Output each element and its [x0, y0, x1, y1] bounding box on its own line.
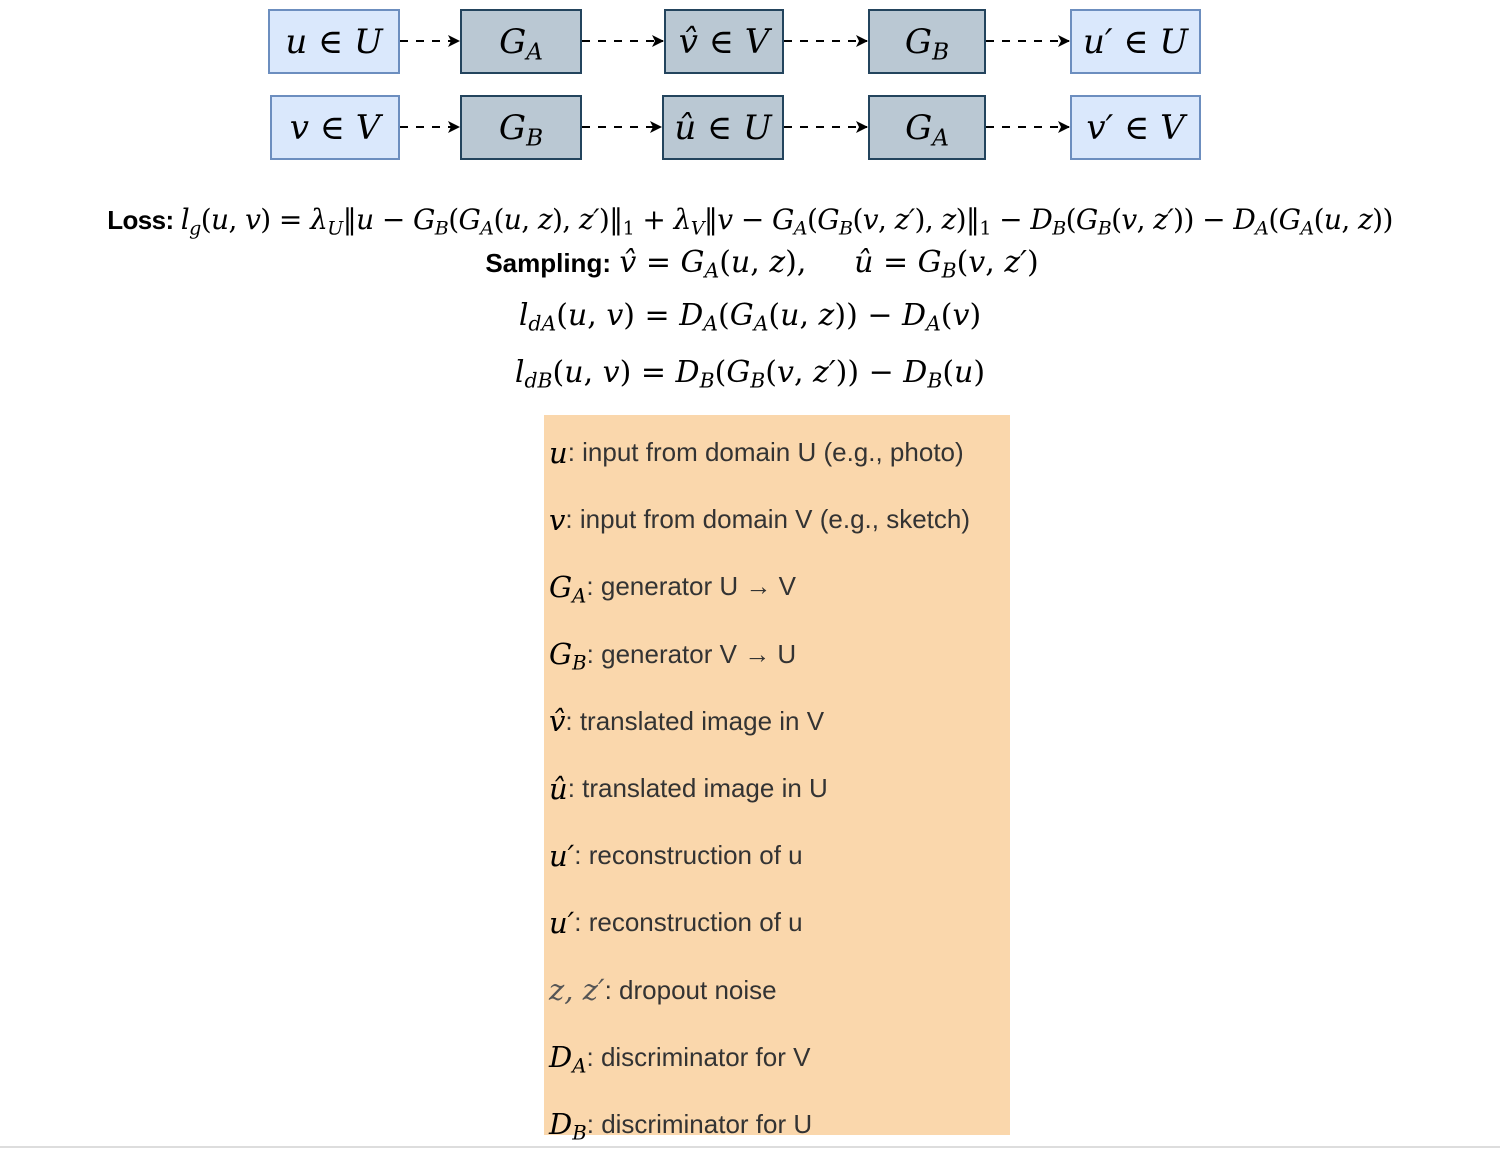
node-generator-gb-row2: GB — [460, 95, 582, 160]
legend-item-vhat: v̂: translated image in V — [549, 704, 825, 739]
node-u-in-U: u ∈ U — [268, 9, 400, 74]
legend-item-da: DA: discriminator for V — [549, 1040, 811, 1078]
sampling-label: Sampling: — [485, 248, 611, 278]
sampling-equation: Sampling: v̂ = GA(u, z), û = GB(v, z′) — [485, 245, 1039, 283]
node-uhat-in-U: û ∈ U — [662, 95, 784, 160]
legend-item-u: u: input from domain U (e.g., photo) — [549, 435, 964, 470]
legend-item-uprime-duplicate: u′: reconstruction of u — [549, 905, 803, 940]
node-vprime-in-V: v′ ∈ V — [1070, 95, 1201, 160]
legend-item-uprime: u′: reconstruction of u — [549, 838, 803, 873]
node-vhat-in-V: v̂ ∈ V — [664, 9, 784, 74]
node-v-in-V: v ∈ V — [270, 95, 400, 160]
node-generator-gb: GB — [868, 9, 986, 74]
legend-item-ga: GA: generator U → V — [549, 569, 796, 608]
legend-item-v: v: input from domain V (e.g., sketch) — [549, 502, 971, 537]
legend-item-gb: GB: generator V → U — [549, 637, 797, 675]
legend-item-uhat: û: translated image in U — [549, 771, 828, 806]
legend-item-z: z, z′: dropout noise — [549, 973, 777, 1008]
node-generator-ga-row2: GA — [868, 95, 986, 160]
loss-equation: Loss: lg(u, v) = λU‖u − GB(GA(u, z), z′)… — [107, 203, 1393, 240]
lda-equation: ldA(u, v) = DA(GA(u, z)) − DA(v) — [518, 298, 982, 336]
ldb-equation: ldB(u, v) = DB(GB(v, z′)) − DB(u) — [514, 355, 986, 393]
notation-legend: u: input from domain U (e.g., photo) v: … — [544, 415, 1010, 1143]
loss-label: Loss: — [107, 205, 174, 235]
node-uprime-in-U: u′ ∈ U — [1070, 9, 1201, 74]
node-generator-ga: GA — [460, 9, 582, 74]
